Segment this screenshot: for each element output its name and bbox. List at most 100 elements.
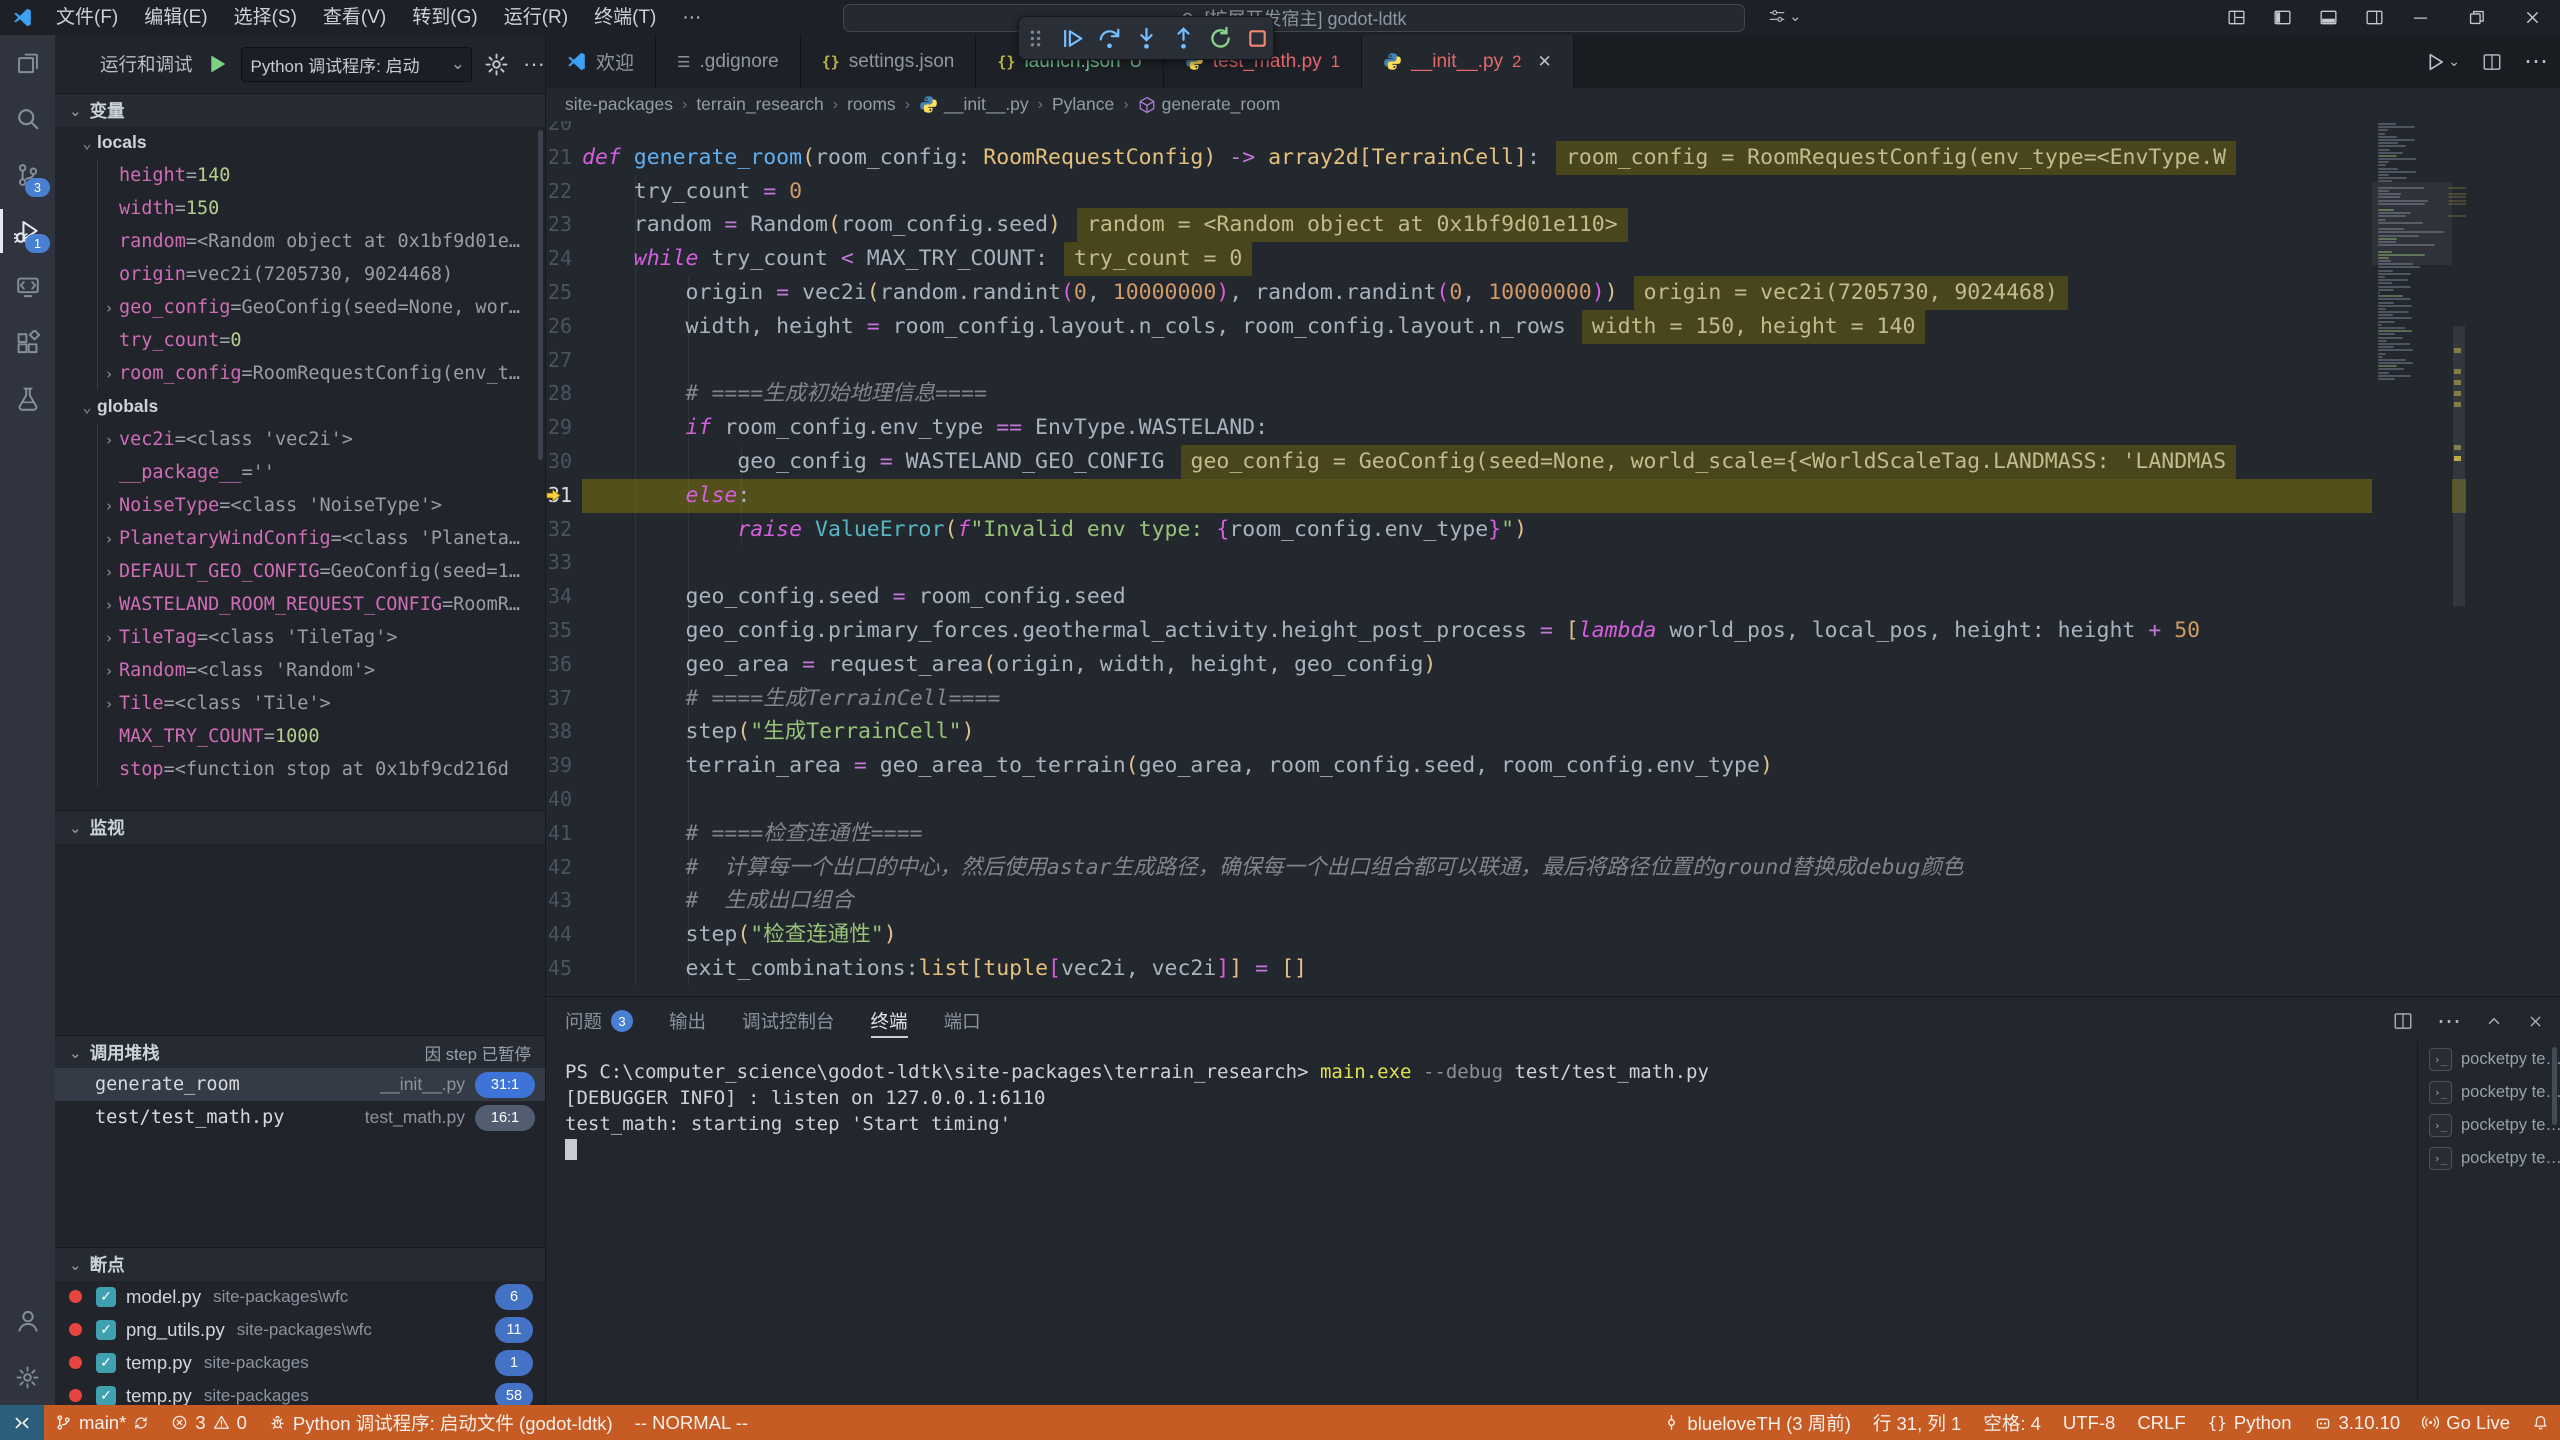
code-line-22[interactable]: 22 try_count = 0: [545, 175, 2466, 209]
variable-row[interactable]: stop = <function stop at 0x1bf9cd216d: [55, 753, 545, 786]
variable-row[interactable]: ›vec2i = <class 'vec2i'>: [55, 423, 545, 456]
checkbox-checked[interactable]: ✓: [96, 1353, 116, 1373]
activity-settings[interactable]: [0, 1349, 55, 1405]
code-line-33[interactable]: 33: [545, 546, 2466, 580]
code-line-30[interactable]: 30 geo_config = WASTELAND_GEO_CONFIGgeo_…: [545, 445, 2466, 479]
variable-row[interactable]: MAX_TRY_COUNT = 1000: [55, 720, 545, 753]
variable-row[interactable]: ›room_config = RoomRequestConfig(env_t…: [55, 357, 545, 390]
layout-left-toggle-icon[interactable]: [2273, 8, 2292, 27]
breadcrumb-item[interactable]: Pylance: [1052, 94, 1114, 115]
command-center-search[interactable]: [扩展开发宿主] godot-ldtk: [843, 4, 1745, 32]
breakpoints-section-header[interactable]: ⌄ 断点: [55, 1247, 545, 1281]
chevron-up-icon[interactable]: [2485, 1012, 2503, 1030]
more-icon[interactable]: ⋯: [2437, 1007, 2461, 1036]
split-editor-icon[interactable]: [2482, 52, 2502, 72]
code-editor[interactable]: 2021def generate_room(room_config: RoomR…: [545, 121, 2466, 996]
close-icon[interactable]: [2527, 1013, 2544, 1030]
activity-extensions[interactable]: [0, 315, 55, 371]
go-live[interactable]: Go Live: [2411, 1405, 2521, 1440]
terminal-instance[interactable]: ›_pocketpy te…: [2429, 1043, 2549, 1076]
checkbox-checked[interactable]: ✓: [96, 1386, 116, 1406]
callstack-section-header[interactable]: ⌄ 调用堆栈 因 step 已暂停: [55, 1035, 545, 1069]
code-line-32[interactable]: 32 raise ValueError(f"Invalid env type: …: [545, 513, 2466, 547]
code-line-45[interactable]: 45 exit_combinations:list[tuple[vec2i, v…: [545, 952, 2466, 986]
remote-indicator[interactable]: [0, 1405, 44, 1440]
breadcrumb-item[interactable]: generate_room: [1138, 94, 1281, 115]
code-line-21[interactable]: 21def generate_room(room_config: RoomReq…: [545, 141, 2466, 175]
step-over-button[interactable]: [1093, 21, 1125, 55]
variable-row[interactable]: random = <Random object at 0x1bf9d01e…: [55, 225, 545, 258]
breadcrumb-item[interactable]: rooms: [847, 94, 896, 115]
layout-bottom-toggle-icon[interactable]: [2319, 8, 2338, 27]
python-interpreter[interactable]: 3.10.10: [2303, 1405, 2412, 1440]
code-line-42[interactable]: 42 # 计算每一个出口的中心，然后使用astar生成路径，确保每一个出口组合都…: [545, 851, 2466, 885]
panel-tab-调试控制台[interactable]: 调试控制台: [742, 997, 835, 1045]
run-python-button[interactable]: ⌄: [2424, 51, 2460, 73]
language-mode[interactable]: {}Python: [2197, 1405, 2303, 1440]
code-line-29[interactable]: 29 if room_config.env_type == EnvType.WA…: [545, 411, 2466, 445]
code-line-41[interactable]: 41 # ====检查连通性====: [545, 817, 2466, 851]
variable-row[interactable]: ›WASTELAND_ROOM_REQUEST_CONFIG = RoomR…: [55, 588, 545, 621]
tab-.gdignore[interactable]: ☰.gdignore: [656, 35, 801, 88]
problems-status[interactable]: 30: [160, 1405, 258, 1440]
menu-item-E[interactable]: 编辑(E): [131, 0, 220, 35]
encoding[interactable]: UTF-8: [2052, 1405, 2126, 1440]
code-line-25[interactable]: 25 origin = vec2i(random.randint(0, 1000…: [545, 276, 2466, 310]
terminal-output[interactable]: PS C:\computer_science\godot-ldtk\site-p…: [565, 1059, 1709, 1163]
variable-row[interactable]: ›Random = <class 'Random'>: [55, 654, 545, 687]
panel-tab-端口[interactable]: 端口: [944, 997, 981, 1045]
breakpoint-row[interactable]: ✓png_utils.pysite-packages\wfc11: [55, 1313, 545, 1346]
variable-row[interactable]: ›TileTag = <class 'TileTag'>: [55, 621, 545, 654]
terminal-list-scrollbar[interactable]: [2552, 1047, 2557, 1125]
panel-tab-问题[interactable]: 问题3: [565, 997, 633, 1045]
variables-group-globals[interactable]: ⌄globals: [55, 390, 545, 423]
more-icon[interactable]: ⋯: [2524, 47, 2548, 76]
activity-testing[interactable]: [0, 371, 55, 427]
variable-row[interactable]: ›Tile = <class 'Tile'>: [55, 687, 545, 720]
more-actions-icon[interactable]: ···: [523, 51, 545, 77]
breakpoint-row[interactable]: ✓temp.pysite-packages1: [55, 1346, 545, 1379]
code-line-37[interactable]: 37 # ====生成TerrainCell====: [545, 682, 2466, 716]
eol[interactable]: CRLF: [2126, 1405, 2196, 1440]
code-line-27[interactable]: 27: [545, 344, 2466, 378]
terminal-instance[interactable]: ›_pocketpy te…: [2429, 1142, 2549, 1175]
tab-__init__.py[interactable]: __init__.py2✕: [1362, 35, 1574, 88]
variable-row[interactable]: __package__ = '': [55, 456, 545, 489]
stack-frame[interactable]: generate_room__init__.py31:1: [55, 1068, 545, 1101]
code-line-39[interactable]: 39 terrain_area = geo_area_to_terrain(ge…: [545, 749, 2466, 783]
checkbox-checked[interactable]: ✓: [96, 1320, 116, 1340]
step-into-button[interactable]: [1130, 21, 1162, 55]
minimize-button[interactable]: [2392, 0, 2448, 35]
panel-tab-输出[interactable]: 输出: [669, 997, 706, 1045]
restore-button[interactable]: [2448, 0, 2504, 35]
panel-splitter[interactable]: [2417, 1041, 2418, 1400]
activity-run-and-debug[interactable]: 1: [0, 203, 55, 259]
activity-source-control[interactable]: 3: [0, 147, 55, 203]
menu-item-T[interactable]: 终端(T): [581, 0, 669, 35]
branch-status[interactable]: main*: [44, 1405, 160, 1440]
menu-item-[interactable]: ···: [669, 0, 714, 35]
step-out-button[interactable]: [1167, 21, 1199, 55]
stack-frame[interactable]: test/test_math.pytest_math.py16:1: [55, 1101, 545, 1134]
start-debug-button[interactable]: [205, 52, 229, 76]
panel-tab-终端[interactable]: 终端: [871, 997, 908, 1045]
menu-item-R[interactable]: 运行(R): [491, 0, 581, 35]
close-icon[interactable]: ✕: [1537, 52, 1551, 72]
variable-row[interactable]: origin = vec2i(7205730, 9024468): [55, 258, 545, 291]
code-line-35[interactable]: 35 geo_config.primary_forces.geothermal_…: [545, 614, 2466, 648]
terminal-instance[interactable]: ›_pocketpy te…: [2429, 1076, 2549, 1109]
gitlens-blame[interactable]: blueloveTH (3 周前): [1652, 1405, 1861, 1440]
activity-accounts[interactable]: [0, 1293, 55, 1349]
variables-group-locals[interactable]: ⌄locals: [55, 126, 545, 159]
layout-grid-toggle-icon[interactable]: [2227, 8, 2246, 27]
tab-[interactable]: 欢迎: [545, 35, 656, 88]
variable-row[interactable]: ›geo_config = GeoConfig(seed=None, wor…: [55, 291, 545, 324]
variables-section-header[interactable]: ⌄ 变量: [55, 93, 545, 127]
breadcrumb-item[interactable]: __init__.py: [919, 94, 1029, 115]
variable-row[interactable]: try_count = 0: [55, 324, 545, 357]
split-editor-icon[interactable]: [2393, 1011, 2413, 1031]
close-button[interactable]: [2504, 0, 2560, 35]
code-line-23[interactable]: 23 random = Random(room_config.seed)rand…: [545, 208, 2466, 242]
menu-item-F[interactable]: 文件(F): [43, 0, 131, 35]
breakpoint-row[interactable]: ✓temp.pysite-packages58: [55, 1379, 545, 1405]
